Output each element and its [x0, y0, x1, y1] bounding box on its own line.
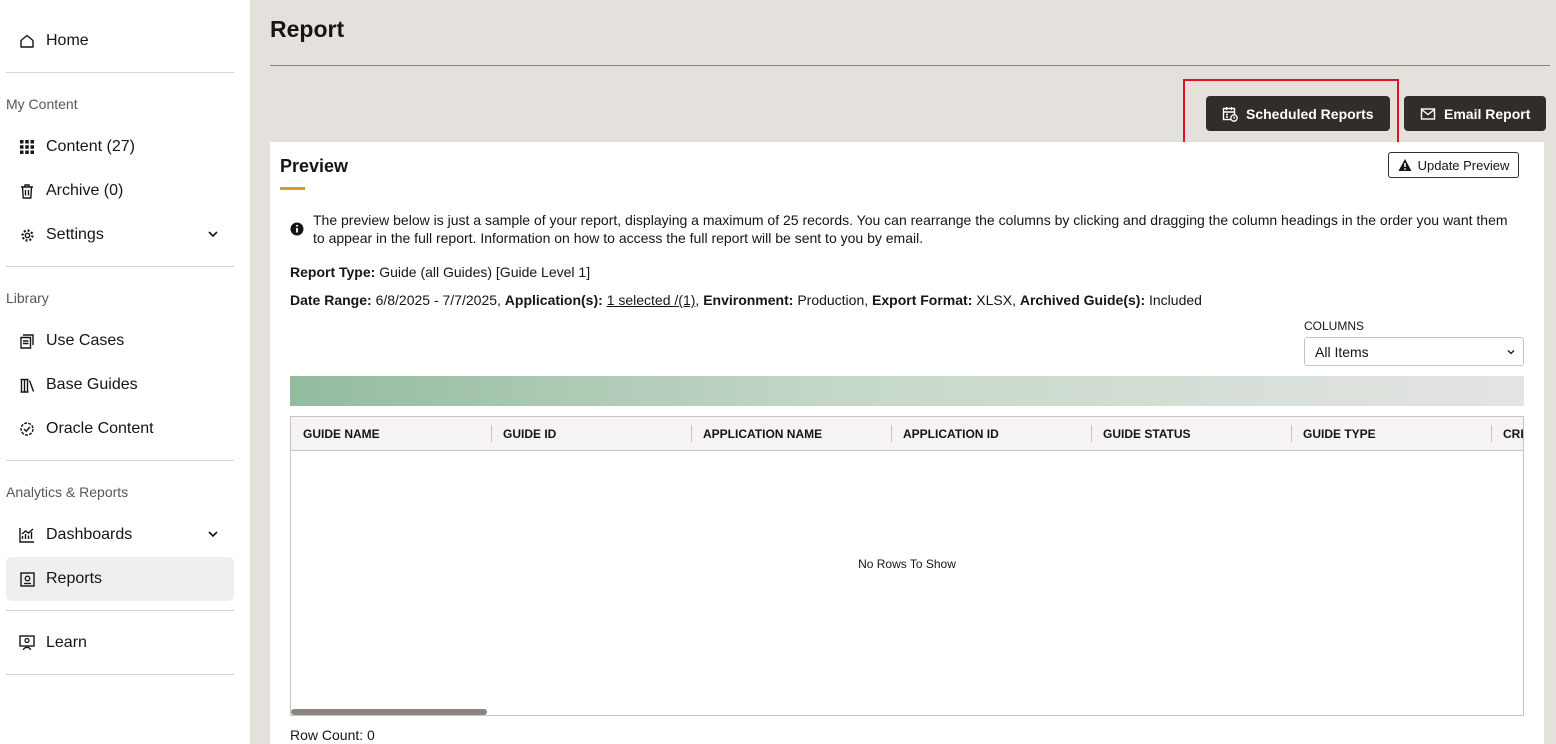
column-header[interactable]: GUIDE TYPE — [1291, 417, 1491, 450]
column-header[interactable]: CRE — [1491, 417, 1523, 450]
sidebar-item-oracle-content[interactable]: Oracle Content — [6, 407, 234, 451]
data-grid: GUIDE NAME GUIDE ID APPLICATION NAME APP… — [290, 416, 1524, 716]
environment-value: Production, — [797, 292, 869, 308]
sidebar-item-label: Dashboards — [46, 526, 133, 543]
sidebar-item-use-cases[interactable]: Use Cases — [6, 319, 234, 363]
email-report-button[interactable]: Email Report — [1404, 96, 1547, 131]
info-text: The preview below is just a sample of yo… — [313, 212, 1508, 246]
horizontal-scrollbar[interactable] — [291, 709, 487, 715]
column-header[interactable]: APPLICATION NAME — [691, 417, 891, 450]
books-icon — [18, 376, 36, 394]
sidebar-item-label: Oracle Content — [46, 420, 154, 437]
report-icon — [18, 570, 36, 588]
mail-icon — [1420, 106, 1436, 122]
sidebar-item-base-guides[interactable]: Base Guides — [6, 363, 234, 407]
scheduled-reports-button[interactable]: Scheduled Reports — [1206, 96, 1390, 131]
sidebar-item-reports[interactable]: Reports — [6, 557, 234, 601]
trash-icon — [18, 182, 36, 200]
sidebar-item-home[interactable]: Home — [6, 19, 234, 63]
sidebar-item-label: Learn — [46, 634, 87, 651]
grid-header: GUIDE NAME GUIDE ID APPLICATION NAME APP… — [291, 417, 1523, 451]
sidebar-item-label: Content (27) — [46, 138, 135, 155]
sidebar: Home My Content Content (27) Archive (0)… — [0, 0, 250, 744]
report-type-value: Guide (all Guides) [Guide Level 1] — [379, 264, 591, 280]
sidebar-item-learn[interactable]: Learn — [6, 621, 234, 665]
sidebar-item-label: Base Guides — [46, 376, 138, 393]
archived-guides-value: Included — [1149, 292, 1202, 308]
export-format-label: Export Format: — [872, 292, 973, 308]
column-header[interactable]: GUIDE NAME — [291, 417, 491, 450]
calendar-clock-icon — [1222, 106, 1238, 122]
sidebar-divider — [6, 266, 234, 267]
sidebar-item-dashboards[interactable]: Dashboards — [6, 513, 234, 557]
sidebar-item-label: Use Cases — [46, 332, 125, 349]
application-link[interactable]: 1 selected /(1) — [607, 292, 696, 308]
report-type-label: Report Type: — [290, 264, 376, 280]
section-label-my-content: My Content — [6, 96, 78, 112]
email-report-label: Email Report — [1444, 105, 1531, 122]
sidebar-item-label: Home — [46, 32, 89, 49]
sidebar-divider — [6, 674, 234, 675]
sidebar-item-settings[interactable]: Settings — [6, 213, 234, 257]
chevron-down-icon — [1507, 350, 1515, 355]
columns-label: COLUMNS — [1304, 319, 1365, 333]
sidebar-divider — [6, 610, 234, 611]
sidebar-item-label: Archive (0) — [46, 182, 124, 199]
sidebar-item-label: Reports — [46, 570, 103, 587]
sidebar-divider — [6, 72, 234, 73]
chart-icon — [18, 526, 36, 544]
title-divider — [270, 65, 1550, 66]
report-params-line: Date Range: 6/8/2025 - 7/7/2025, Applica… — [290, 292, 1202, 308]
info-message: The preview below is just a sample of yo… — [290, 211, 1520, 247]
sidebar-item-content[interactable]: Content (27) — [6, 125, 234, 169]
grid-icon — [18, 138, 36, 156]
application-suffix: , — [695, 292, 700, 308]
document-icon — [18, 332, 36, 350]
home-icon — [18, 32, 36, 50]
environment-label: Environment: — [703, 292, 794, 308]
export-format-value: XLSX, — [976, 292, 1016, 308]
main-content: Report Scheduled Reports Email Report Pr… — [250, 0, 1556, 744]
badge-check-icon — [18, 420, 36, 438]
info-icon — [290, 222, 304, 236]
sidebar-item-label: Settings — [46, 226, 104, 243]
update-preview-button[interactable]: Update Preview — [1388, 152, 1519, 178]
archived-guides-label: Archived Guide(s): — [1019, 292, 1146, 308]
preview-title-underline — [280, 187, 305, 190]
page-title: Report — [270, 16, 345, 42]
sidebar-divider — [6, 460, 234, 461]
report-type-line: Report Type: Guide (all Guides) [Guide L… — [290, 264, 590, 280]
date-range-label: Date Range: — [290, 292, 372, 308]
date-range-value: 6/8/2025 - 7/7/2025, — [375, 292, 501, 308]
application-label: Application(s): — [504, 292, 603, 308]
preview-title: Preview — [280, 156, 349, 176]
section-label-library: Library — [6, 290, 49, 306]
preview-card: Preview Update Preview The preview below… — [270, 142, 1544, 744]
section-label-analytics: Analytics & Reports — [6, 484, 129, 500]
column-header[interactable]: APPLICATION ID — [891, 417, 1091, 450]
row-count: Row Count: 0 — [290, 727, 375, 743]
column-header[interactable]: GUIDE ID — [491, 417, 691, 450]
warning-icon — [1398, 158, 1412, 172]
chevron-down-icon — [208, 231, 218, 238]
chevron-down-icon — [208, 531, 218, 538]
columns-selected-value: All Items — [1315, 343, 1369, 360]
learn-icon — [18, 634, 36, 652]
scheduled-reports-label: Scheduled Reports — [1246, 105, 1374, 122]
sidebar-item-archive[interactable]: Archive (0) — [6, 169, 234, 213]
column-header[interactable]: GUIDE STATUS — [1091, 417, 1291, 450]
update-preview-label: Update Preview — [1417, 157, 1510, 173]
columns-select[interactable]: All Items — [1304, 337, 1524, 366]
progress-gradient-bar — [290, 376, 1524, 406]
empty-grid-message: No Rows To Show — [858, 557, 956, 571]
gear-icon — [18, 226, 36, 244]
